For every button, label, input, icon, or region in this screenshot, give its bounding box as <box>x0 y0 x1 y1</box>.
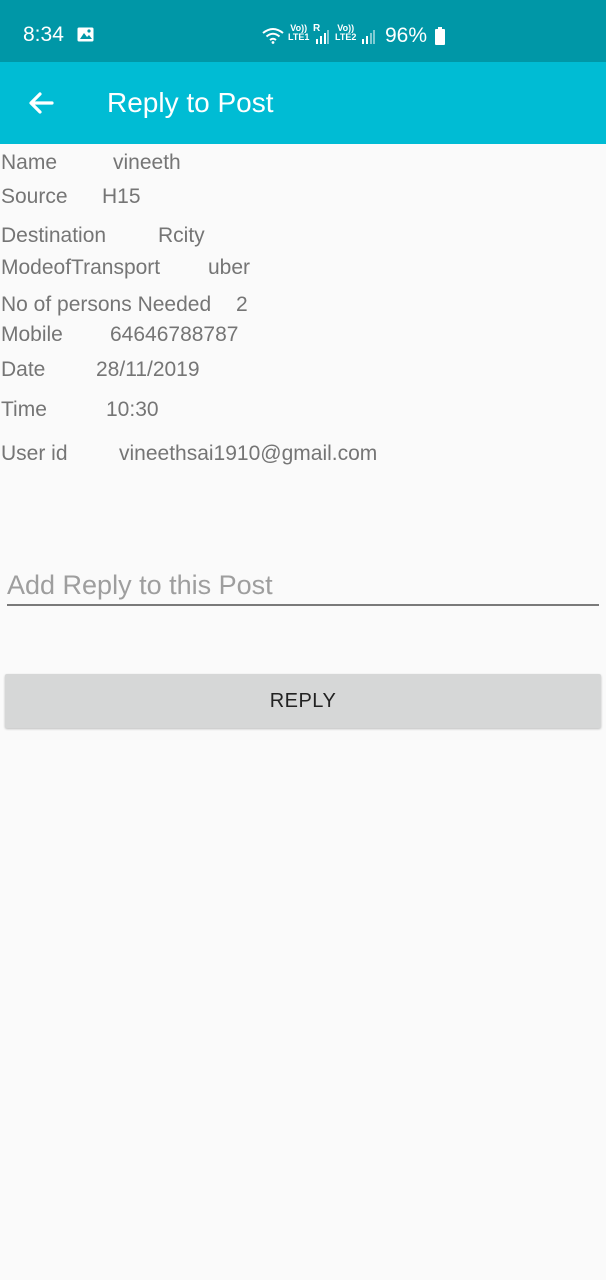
mobile-label: Mobile <box>1 323 63 346</box>
user-id-value: vineethsai1910@gmail.com <box>119 442 378 465</box>
destination-label: Destination <box>1 224 107 247</box>
mobile-value: 64646788787 <box>110 323 239 346</box>
wifi-icon <box>262 28 284 44</box>
lte-2-text: LTE2 <box>335 32 357 42</box>
persons-needed-label: No of persons Needed <box>1 293 212 316</box>
name-label: Name <box>1 151 58 174</box>
network-1-indicator: Vo)) LTE1 <box>288 24 309 42</box>
destination-value: Rcity <box>158 224 205 247</box>
date-value: 28/11/2019 <box>96 358 200 381</box>
name-value: vineeth <box>113 151 181 174</box>
source-label: Source <box>1 185 68 208</box>
status-time: 8:34 <box>23 23 64 46</box>
time-value: 10:30 <box>106 398 159 421</box>
time-label: Time <box>1 398 47 421</box>
signal-icon <box>316 30 329 44</box>
persons-needed-value: 2 <box>236 293 248 316</box>
date-label: Date <box>1 358 46 381</box>
image-icon <box>77 27 94 42</box>
lte-1-text: LTE1 <box>288 32 310 42</box>
transport-mode-value: uber <box>208 256 251 279</box>
signal-icon <box>362 30 375 44</box>
network-2-indicator: Vo)) LTE2 <box>335 24 356 42</box>
user-id-label: User id <box>1 442 68 465</box>
source-value: H15 <box>102 185 141 208</box>
battery-percentage: 96% <box>385 24 428 47</box>
arrow-left-icon[interactable] <box>24 86 58 120</box>
reply-button[interactable]: REPLY <box>5 674 601 728</box>
battery-icon <box>435 27 445 45</box>
reply-input[interactable] <box>7 566 599 606</box>
page-title: Reply to Post <box>107 87 274 118</box>
status-bar: 8:34 Vo)) LTE1 R Vo)) LTE2 96% <box>0 0 606 62</box>
app-bar: Reply to Post <box>0 62 606 144</box>
transport-mode-label: ModeofTransport <box>1 256 161 279</box>
